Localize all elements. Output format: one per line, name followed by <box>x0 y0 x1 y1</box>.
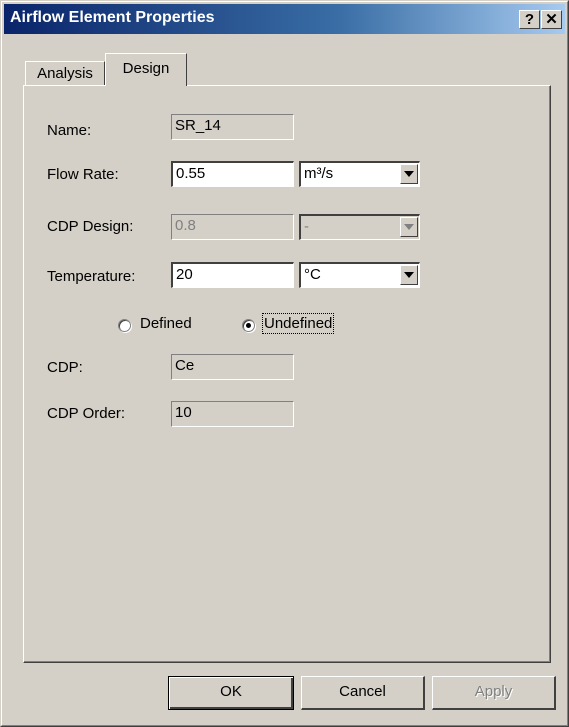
temperature-unit-dropdown-button[interactable] <box>400 265 418 285</box>
chevron-down-icon <box>404 171 414 177</box>
temperature-label: Temperature: <box>47 268 136 285</box>
temperature-unit-value: °C <box>304 266 321 283</box>
defined-radio[interactable] <box>118 319 131 332</box>
undefined-radio[interactable] <box>242 319 255 332</box>
radio-selected-dot <box>246 323 251 328</box>
name-field: SR_14 <box>171 114 294 140</box>
chevron-down-icon <box>404 224 414 230</box>
undefined-radio-label[interactable]: Undefined <box>261 313 335 334</box>
flow-rate-unit-dropdown-button[interactable] <box>400 164 418 184</box>
cancel-button[interactable]: Cancel <box>301 676 425 710</box>
cdp-design-label: CDP Design: <box>47 218 134 235</box>
title-bar[interactable]: Airflow Element Properties ? ✕ <box>4 4 565 34</box>
cdp-design-unit-value: - <box>304 218 309 235</box>
tab-analysis[interactable]: Analysis <box>25 61 105 85</box>
defined-radio-label[interactable]: Defined <box>140 315 192 332</box>
cdp-design-input: 0.8 <box>171 214 294 240</box>
flow-rate-unit-value: m³/s <box>304 165 334 182</box>
chevron-down-icon <box>404 272 414 278</box>
cdp-order-label: CDP Order: <box>47 405 126 422</box>
help-button[interactable]: ? <box>519 10 540 29</box>
flow-rate-label: Flow Rate: <box>47 166 119 183</box>
cdp-design-unit-dropdown-button <box>400 217 418 237</box>
temperature-input[interactable]: 20 <box>171 262 294 288</box>
cdp-label: CDP: <box>47 359 83 376</box>
name-label: Name: <box>47 122 92 139</box>
dialog-window: Airflow Element Properties ? ✕ Analysis … <box>0 0 569 727</box>
cdp-design-unit-select: - <box>299 214 420 240</box>
tab-design[interactable]: Design <box>105 53 187 86</box>
close-button[interactable]: ✕ <box>541 10 562 29</box>
apply-button[interactable]: Apply <box>432 676 556 710</box>
design-tab-panel: Name: SR_14 Flow Rate: 0.55 m³/s CDP Des… <box>23 85 551 663</box>
flow-rate-unit-select[interactable]: m³/s <box>299 161 420 187</box>
window-title: Airflow Element Properties <box>10 9 215 26</box>
ok-button[interactable]: OK <box>168 676 294 710</box>
cdp-field: Ce <box>171 354 294 380</box>
temperature-unit-select[interactable]: °C <box>299 262 420 288</box>
flow-rate-input[interactable]: 0.55 <box>171 161 294 187</box>
cdp-order-field: 10 <box>171 401 294 427</box>
